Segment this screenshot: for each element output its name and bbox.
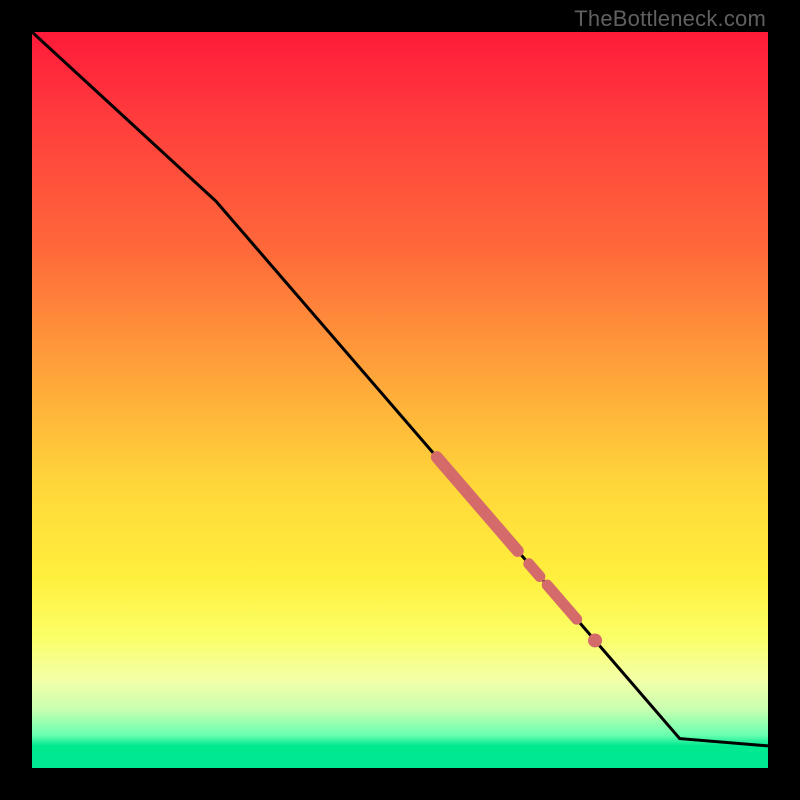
highlight-segment (437, 457, 518, 551)
highlight-segment (547, 585, 576, 619)
highlight-segment (529, 564, 540, 577)
highlight-dot (588, 633, 602, 647)
curve-svg (32, 32, 768, 768)
plot-area (32, 32, 768, 768)
watermark-text: TheBottleneck.com (574, 6, 766, 32)
highlight-layer (437, 457, 602, 647)
bottleneck-line (32, 32, 768, 746)
curve-layer (32, 32, 768, 746)
chart-frame: TheBottleneck.com (0, 0, 800, 800)
